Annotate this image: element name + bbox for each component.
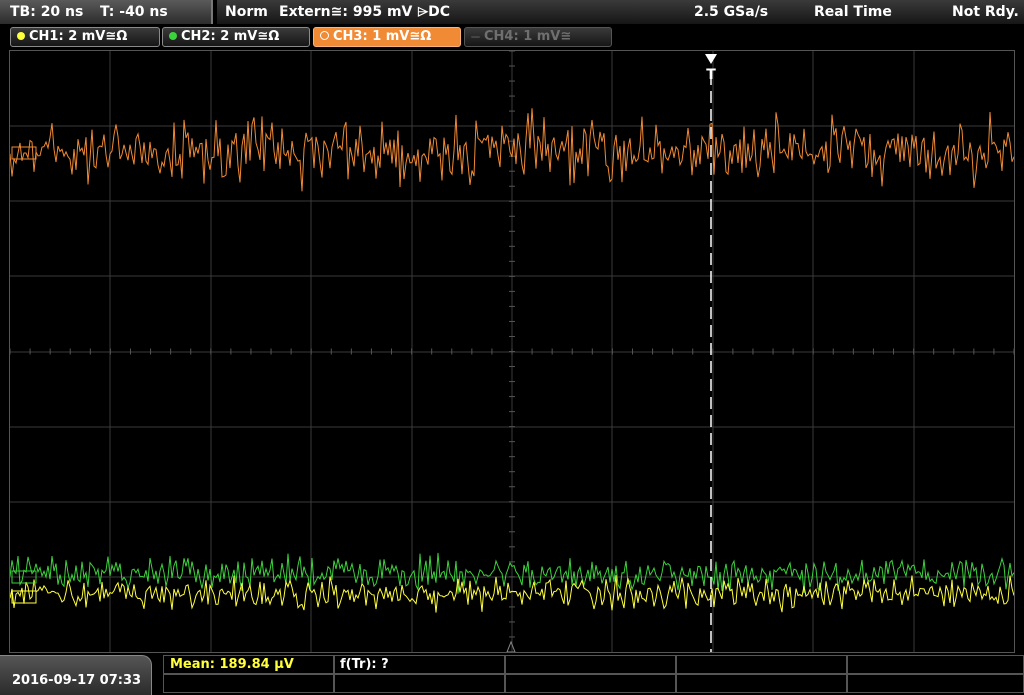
measurement-slot-8[interactable]	[504, 674, 677, 693]
timebase-box[interactable]: TB: 20 ns T: -40 ns	[0, 0, 213, 24]
acquisition-mode: Real Time	[814, 4, 892, 20]
measurement-slot-3[interactable]	[504, 655, 677, 674]
frequency-measurement[interactable]: f(Tr): ?	[333, 655, 506, 674]
measurement-slot-10[interactable]	[846, 674, 1024, 693]
measurement-slot-6[interactable]	[163, 674, 335, 693]
center-marker-icon	[506, 640, 516, 653]
timebase-value: TB: 20 ns	[10, 4, 84, 20]
top-status-bar: TB: 20 ns T: -40 ns Norm Extern≅: 995 mV…	[0, 0, 1024, 24]
trigger-arrow-icon[interactable]	[705, 54, 717, 64]
acquisition-status[interactable]: Norm Extern≅: 995 mV ⌲DC 2.5 GSa/s Real …	[217, 0, 1024, 24]
trigger-mode: Norm	[225, 4, 268, 20]
trigger-time-value: T: -40 ns	[100, 4, 168, 20]
datetime-label: 2016-09-17 07:33	[12, 673, 142, 688]
channel-3-button[interactable]: CH3: 1 mV≅Ω	[313, 27, 461, 47]
ch3-dot-icon	[320, 31, 329, 40]
datetime-box: 2016-09-17 07:33	[0, 655, 152, 695]
channel-4-button[interactable]: CH4: 1 mV≅	[464, 27, 612, 47]
channel-2-button[interactable]: CH2: 2 mV≅Ω	[162, 27, 310, 47]
bottom-bar: 2016-09-17 07:33 Mean: 189.84 µV f(Tr): …	[0, 655, 1024, 695]
trigger-marker-label: T	[706, 67, 716, 83]
ch2-label: CH2: 2 mV≅Ω	[181, 29, 280, 44]
measurement-slot-4[interactable]	[675, 655, 848, 674]
measurement-slot-9[interactable]	[675, 674, 848, 693]
ch2-dot-icon	[169, 32, 177, 40]
ch3-label: CH3: 1 mV≅Ω	[333, 29, 432, 44]
channel-bar: CH1: 2 mV≅Ω CH2: 2 mV≅Ω CH3: 1 mV≅Ω CH4:…	[0, 26, 1024, 48]
ch1-label: CH1: 2 mV≅Ω	[29, 29, 128, 44]
measurement-panel[interactable]: Mean: 189.84 µV f(Tr): ?	[163, 655, 1024, 695]
ch4-off-icon	[471, 35, 480, 38]
ch1-dot-icon	[17, 32, 25, 40]
sample-rate: 2.5 GSa/s	[694, 4, 769, 20]
mean-measurement[interactable]: Mean: 189.84 µV	[163, 655, 335, 674]
ch4-label: CH4: 1 mV≅	[484, 29, 572, 44]
waveform-display[interactable]: T	[9, 50, 1015, 653]
channel-1-button[interactable]: CH1: 2 mV≅Ω	[10, 27, 160, 47]
measurement-slot-7[interactable]	[333, 674, 506, 693]
acquisition-state: Not Rdy.	[952, 4, 1019, 20]
measurement-slot-5[interactable]	[846, 655, 1024, 674]
trigger-source: Extern≅: 995 mV ⌲DC	[279, 4, 451, 20]
waveform-canvas: T	[9, 50, 1015, 653]
